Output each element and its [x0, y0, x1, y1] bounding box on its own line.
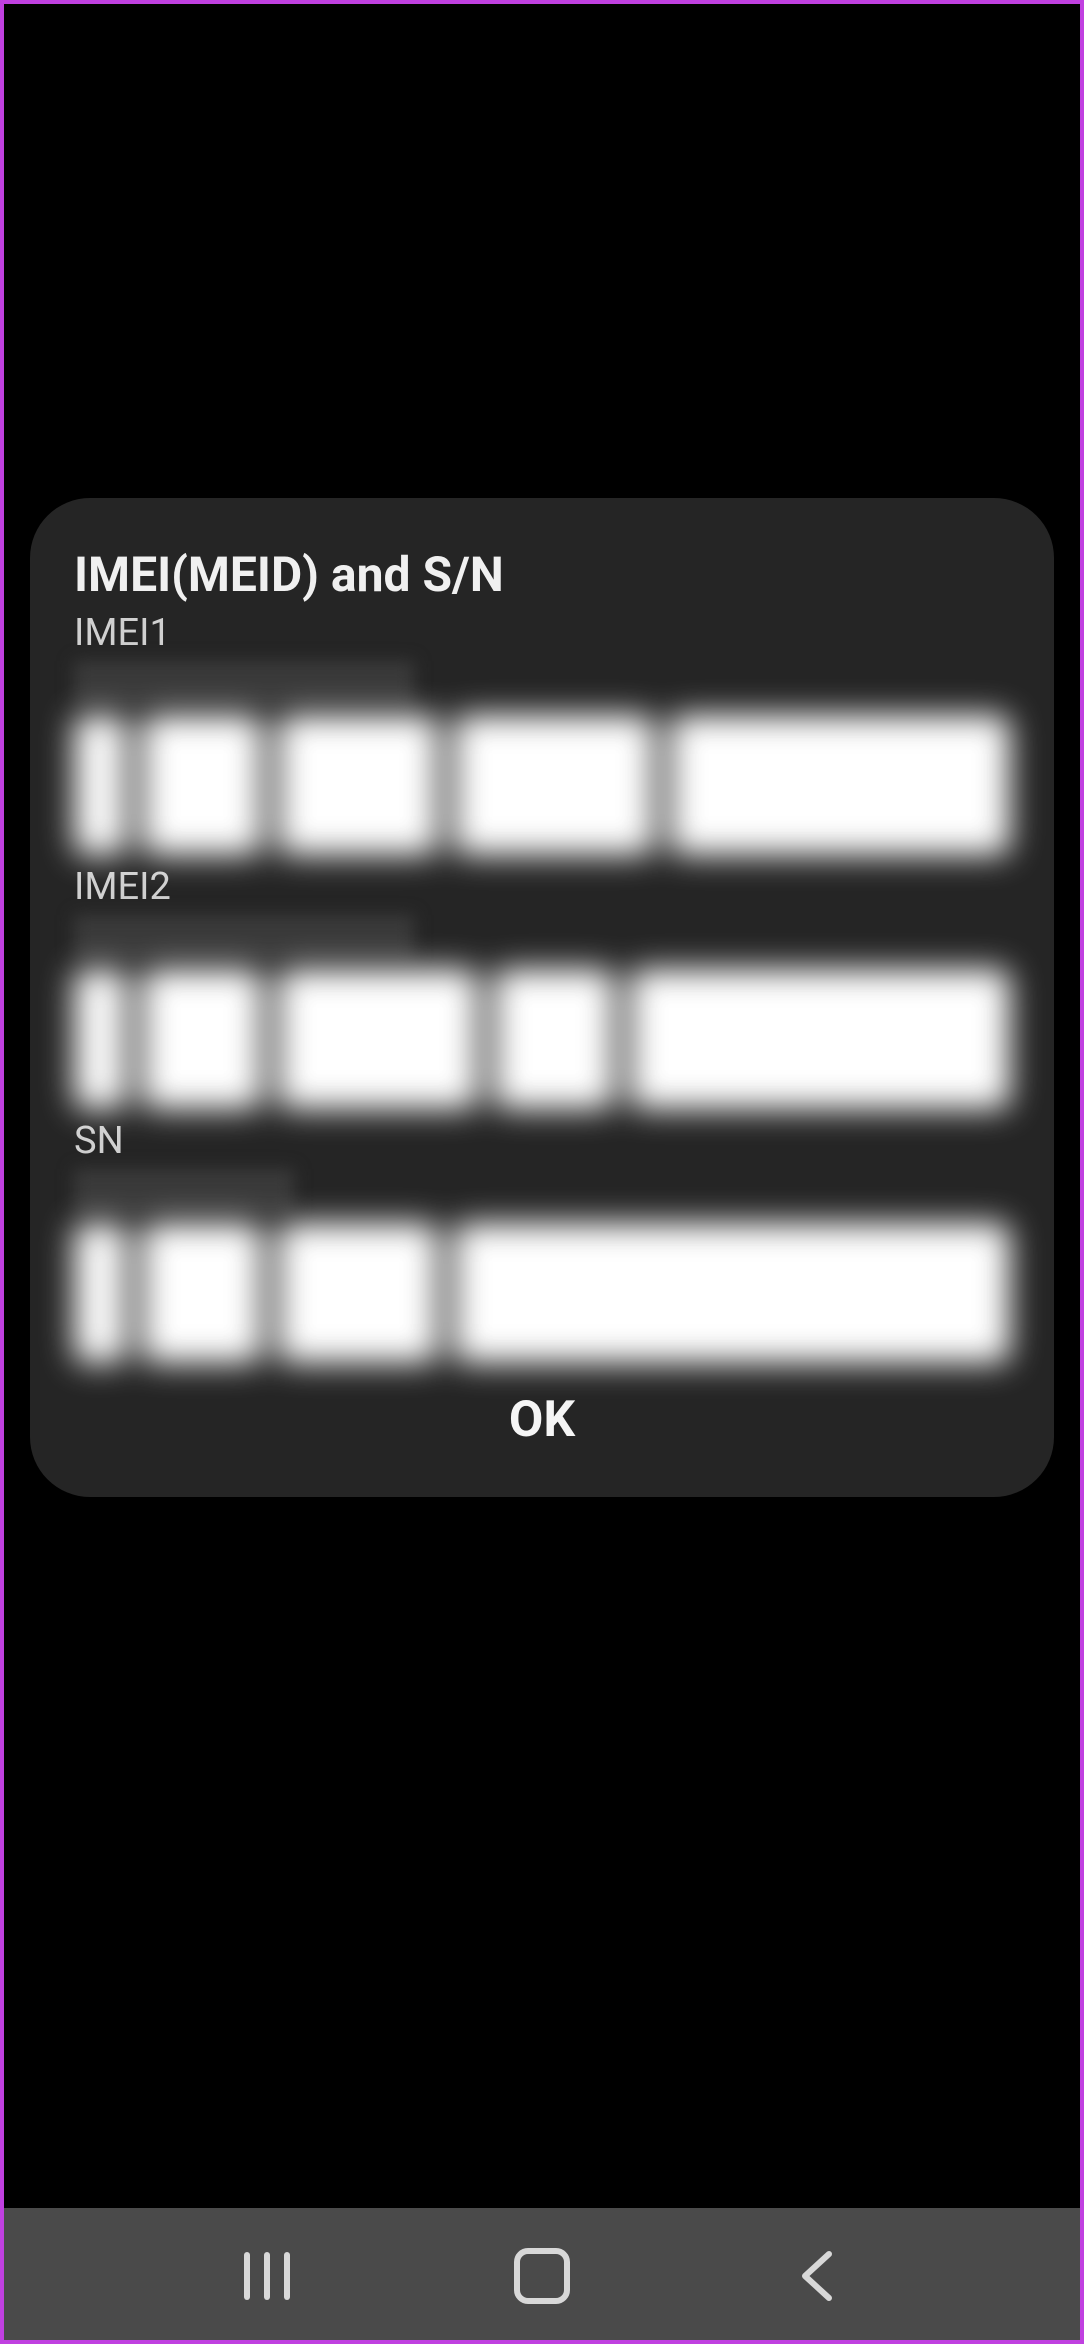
sn-value-redacted	[74, 1169, 294, 1213]
dialog-title: IMEI(MEID) and S/N	[74, 546, 1010, 603]
back-icon	[797, 2248, 837, 2304]
recents-icon	[244, 2252, 290, 2300]
imei1-value-redacted	[74, 661, 414, 705]
home-button[interactable]	[497, 2246, 587, 2306]
sn-label: SN	[74, 1119, 1010, 1163]
imei2-barcode-redacted	[74, 969, 1010, 1109]
back-button[interactable]	[772, 2246, 862, 2306]
imei1-barcode-redacted	[74, 715, 1010, 855]
sn-barcode-redacted	[74, 1223, 1010, 1363]
ok-button[interactable]: OK	[74, 1373, 1010, 1473]
imei2-value-redacted	[74, 915, 414, 959]
recents-button[interactable]	[222, 2246, 312, 2306]
imei1-label: IMEI1	[74, 611, 1010, 655]
imei-dialog: IMEI(MEID) and S/N IMEI1 IMEI2 SN OK	[30, 498, 1054, 1497]
navigation-bar	[0, 2208, 1084, 2344]
imei2-label: IMEI2	[74, 865, 1010, 909]
home-icon	[514, 2248, 570, 2304]
